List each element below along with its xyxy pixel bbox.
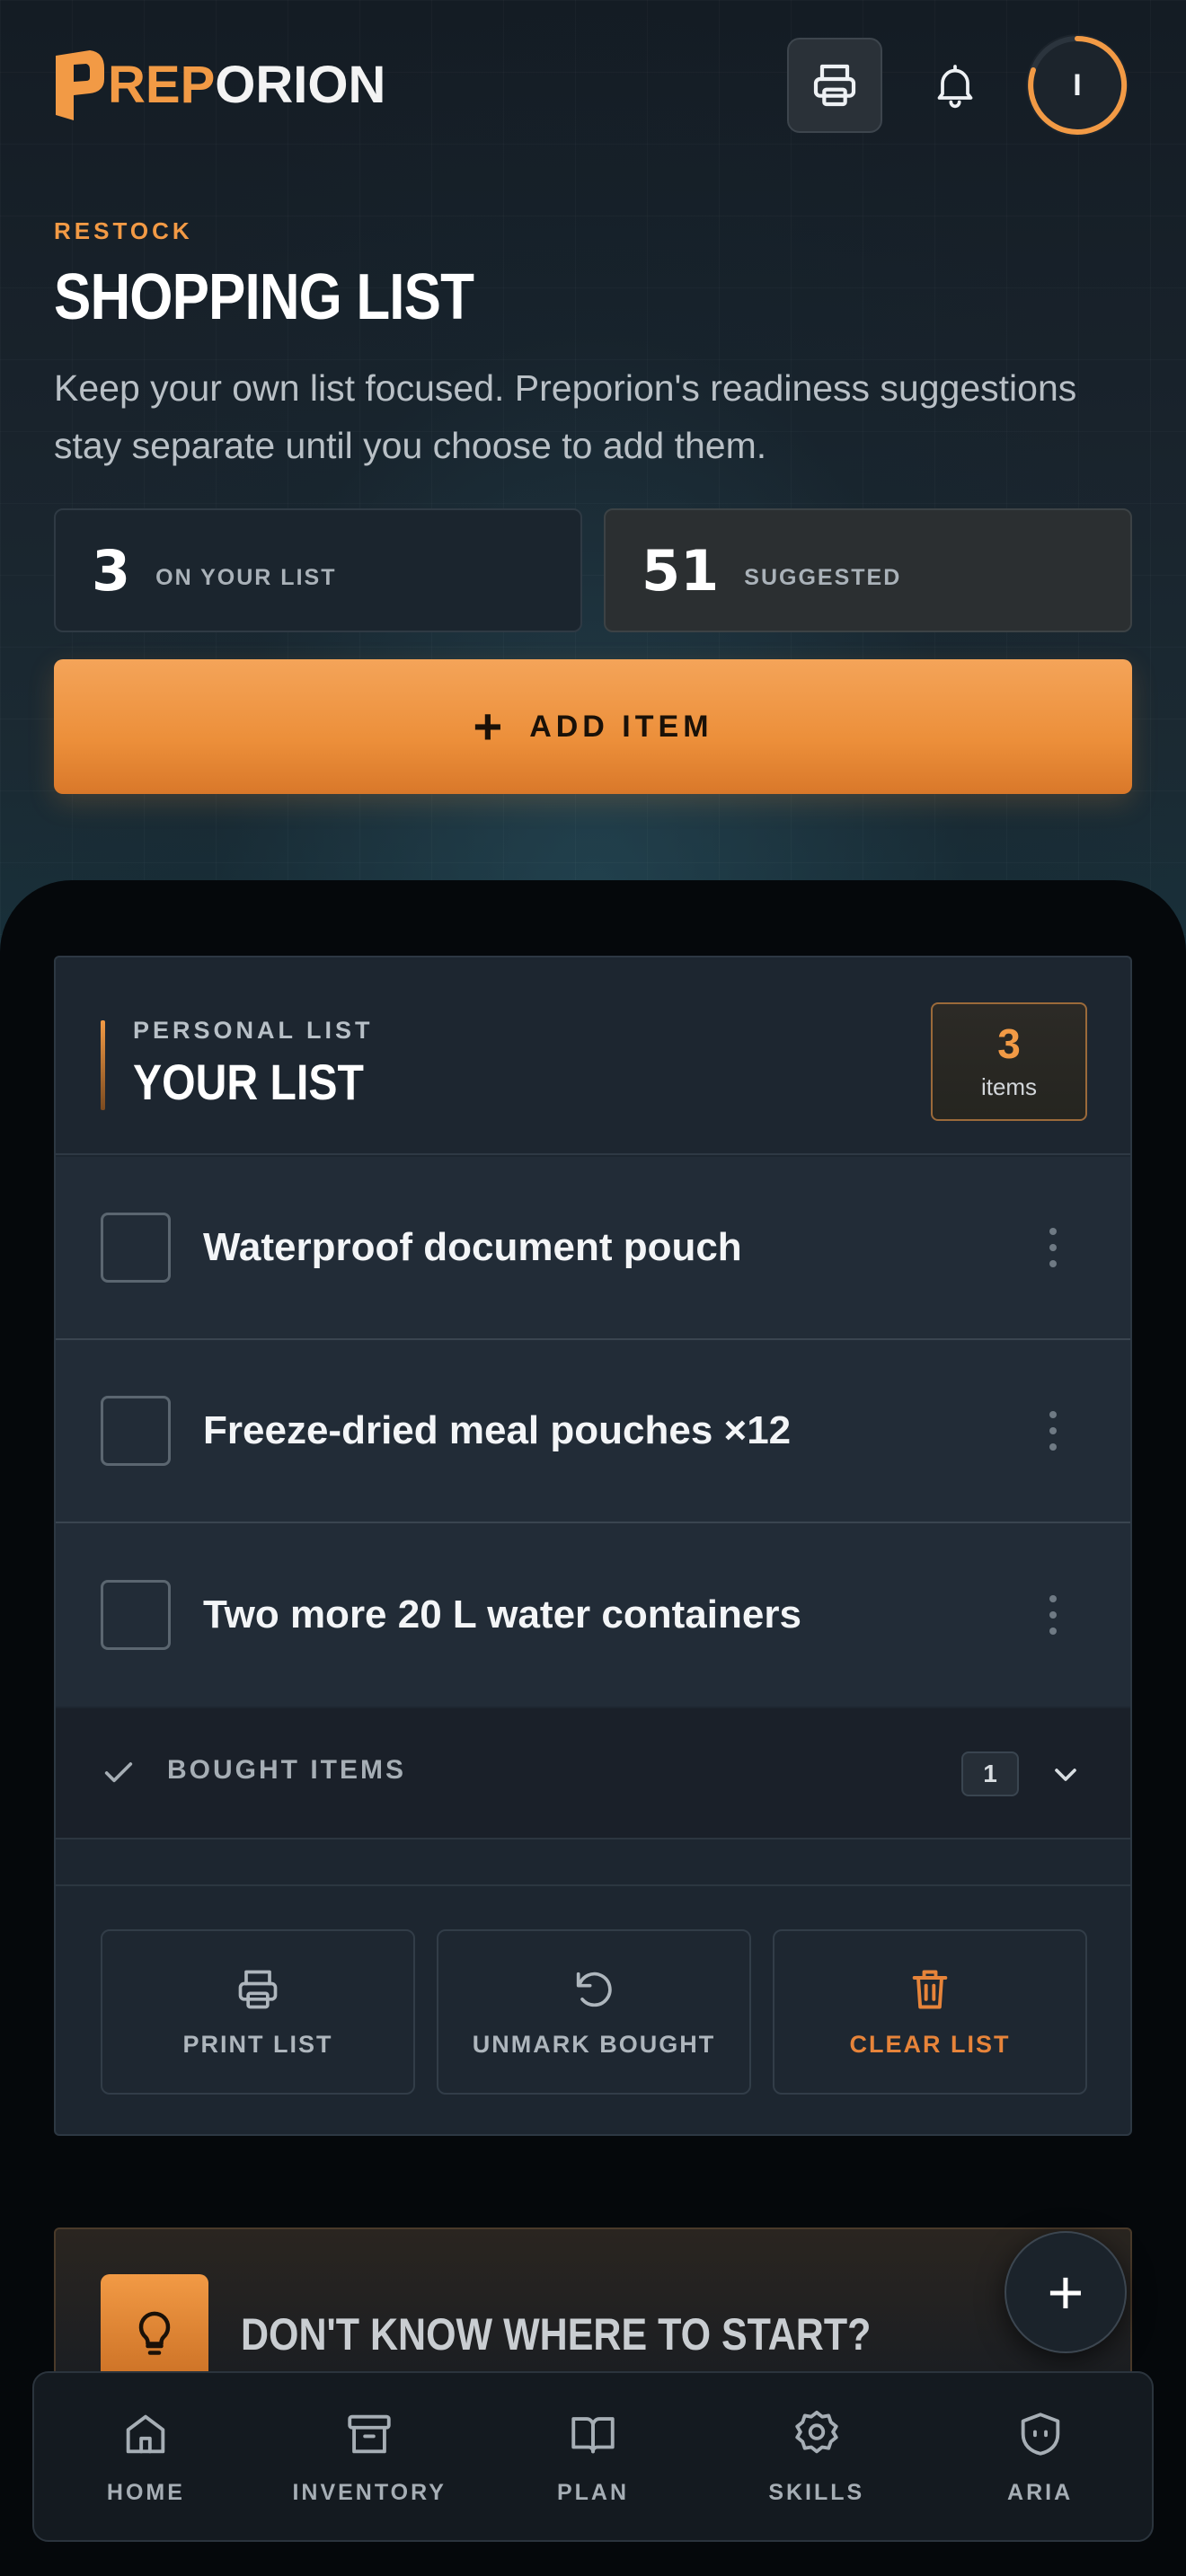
card-title: YOUR LIST	[133, 1054, 364, 1110]
nav-label: SKILLS	[768, 2479, 865, 2505]
page-eyebrow: RESTOCK	[54, 217, 193, 244]
stat-label: SUGGESTED	[744, 564, 902, 590]
nav-plan[interactable]: PLAN	[482, 2373, 705, 2540]
stat-value: 3	[92, 537, 131, 604]
stat-value: 51	[642, 537, 720, 604]
nav-home[interactable]: HOME	[34, 2373, 258, 2540]
print-list-button[interactable]: PRINT LIST	[101, 1929, 415, 2095]
unmark-bought-label: UNMARK BOUGHT	[472, 2030, 716, 2058]
bottom-nav: HOME INVENTORY PLAN SKILLS ARIA	[32, 2371, 1154, 2542]
nav-label: PLAN	[556, 2479, 630, 2505]
stat-suggested[interactable]: 51 SUGGESTED	[604, 508, 1132, 632]
clear-list-button[interactable]: CLEAR LIST	[773, 1929, 1087, 2095]
item-count-value: 3	[997, 1019, 1021, 1067]
nav-aria[interactable]: ARIA	[928, 2373, 1152, 2540]
bought-items-toggle[interactable]: BOUGHT ITEMS 1	[56, 1708, 1130, 1839]
nav-inventory[interactable]: INVENTORY	[258, 2373, 482, 2540]
unmark-bought-button[interactable]: UNMARK BOUGHT	[437, 1929, 751, 2095]
logo-wordmark: REPORION	[108, 56, 386, 114]
your-list-card: PERSONAL LIST YOUR LIST 3 items Waterpro…	[54, 956, 1132, 2136]
trash-icon	[912, 1970, 948, 2008]
add-item-button[interactable]: + ADD ITEM	[54, 659, 1132, 794]
page-subtitle: Keep your own list focused. Preporion's …	[54, 367, 1077, 466]
clear-list-label: CLEAR LIST	[849, 2030, 1011, 2058]
list-item[interactable]: Two more 20 L water containers	[56, 1523, 1130, 1707]
add-item-label: ADD ITEM	[529, 709, 713, 744]
card-header: PERSONAL LIST YOUR LIST 3 items	[56, 957, 1130, 1155]
check-icon	[104, 1762, 133, 1783]
bought-items-label: BOUGHT ITEMS	[167, 1755, 406, 1785]
more-options-icon[interactable]	[1049, 1228, 1058, 1267]
bell-icon	[937, 65, 973, 109]
item-count-badge: 3 items	[931, 1002, 1087, 1121]
add-fab-button[interactable]: +	[1005, 2231, 1127, 2353]
item-label: Freeze-dried meal pouches ×12	[203, 1408, 792, 1452]
bought-count-badge: 1	[961, 1751, 1019, 1796]
shield-icon	[1021, 2412, 1059, 2456]
tip-title: DON'T KNOW WHERE TO START?	[241, 2309, 872, 2360]
item-label: Waterproof document pouch	[203, 1225, 742, 1269]
book-icon	[571, 2416, 615, 2453]
print-button[interactable]	[787, 38, 882, 133]
more-options-icon[interactable]	[1049, 1595, 1058, 1635]
item-checkbox[interactable]	[101, 1396, 171, 1466]
app-logo[interactable]: REPORION	[54, 47, 385, 124]
list-item[interactable]: Freeze-dried meal pouches ×12	[56, 1340, 1130, 1523]
chevron-down-icon	[1055, 1769, 1076, 1781]
stat-label: ON YOUR LIST	[155, 564, 337, 590]
notifications-button[interactable]	[916, 47, 994, 124]
printer-icon	[238, 1970, 278, 2008]
item-count-unit: items	[980, 1072, 1038, 1100]
stat-on-your-list[interactable]: 3 ON YOUR LIST	[54, 508, 582, 632]
avatar[interactable]: I	[1026, 34, 1128, 137]
card-eyebrow: PERSONAL LIST	[133, 1017, 374, 1044]
plus-icon: +	[1047, 2257, 1084, 2327]
item-label: Two more 20 L water containers	[203, 1592, 801, 1636]
plus-icon: +	[473, 698, 503, 754]
page-title: SHOPPING LIST	[54, 261, 474, 333]
nav-skills[interactable]: SKILLS	[704, 2373, 928, 2540]
more-options-icon[interactable]	[1049, 1411, 1058, 1451]
accent-bar	[101, 1020, 105, 1110]
avatar-initial: I	[1073, 67, 1082, 102]
hero-section: REPORION I RESTOCK SHOPPING LIST Keep yo…	[0, 0, 1186, 952]
logo-mark-icon	[56, 50, 104, 120]
list-actions: PRINT LIST UNMARK BOUGHT CLEAR LIST	[56, 1884, 1130, 2134]
item-checkbox[interactable]	[101, 1213, 171, 1283]
badge-icon	[795, 2410, 838, 2453]
grid-background	[0, 0, 1186, 952]
archive-icon	[348, 2414, 391, 2453]
print-list-label: PRINT LIST	[182, 2030, 333, 2058]
list-item[interactable]: Waterproof document pouch	[56, 1157, 1130, 1340]
nav-label: ARIA	[1007, 2479, 1074, 2505]
nav-label: HOME	[106, 2479, 185, 2505]
printer-icon	[813, 64, 856, 107]
home-icon	[127, 2414, 165, 2453]
undo-icon	[576, 1972, 612, 2007]
item-checkbox[interactable]	[101, 1580, 171, 1650]
nav-label: INVENTORY	[292, 2479, 447, 2505]
